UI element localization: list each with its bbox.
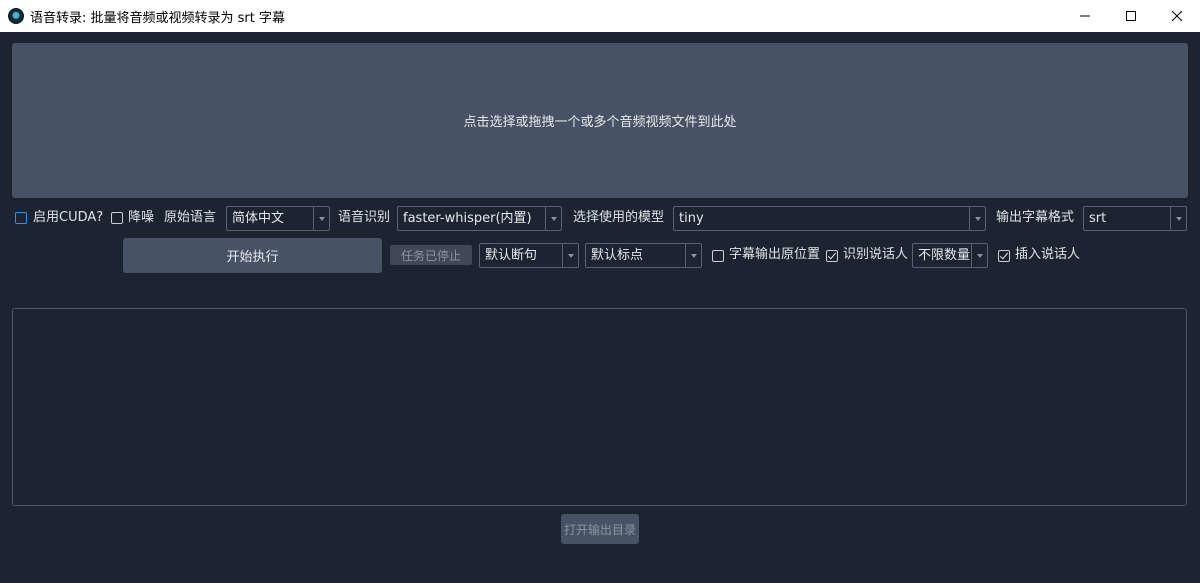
close-button[interactable] <box>1154 0 1200 32</box>
language-select[interactable]: 简体中文 <box>226 206 330 231</box>
window-controls <box>1062 0 1200 32</box>
recognition-select-value: faster-whisper(内置) <box>403 211 532 226</box>
model-select[interactable]: tiny <box>673 206 986 231</box>
sentence-split-select[interactable]: 默认断句 <box>479 243 579 268</box>
chevron-down-icon <box>313 207 329 230</box>
chevron-down-icon <box>562 244 578 267</box>
chevron-down-icon <box>545 207 561 230</box>
stop-button[interactable]: 任务已停止 <box>390 245 472 265</box>
chevron-down-icon <box>685 244 701 267</box>
speaker-recognition-label: 识别说话人 <box>843 247 909 262</box>
denoise-label: 降噪 <box>128 210 155 225</box>
model-select-value: tiny <box>679 211 704 226</box>
file-dropzone[interactable]: 点击选择或拖拽一个或多个音频视频文件到此处 <box>12 43 1188 198</box>
speaker-recognition-checkbox[interactable] <box>826 250 838 262</box>
start-button[interactable]: 开始执行 <box>123 238 382 273</box>
denoise-checkbox[interactable] <box>111 212 123 224</box>
punctuation-select[interactable]: 默认标点 <box>585 243 702 268</box>
language-label: 原始语言 <box>164 210 217 225</box>
open-output-folder-label: 打开输出目录 <box>563 522 636 537</box>
minimize-button[interactable] <box>1062 0 1108 32</box>
insert-speaker-checkbox[interactable] <box>998 250 1010 262</box>
format-select[interactable]: srt <box>1083 206 1187 231</box>
dropzone-text: 点击选择或拖拽一个或多个音频视频文件到此处 <box>463 115 737 130</box>
original-position-label: 字幕输出原位置 <box>729 247 821 262</box>
stop-button-label: 任务已停止 <box>400 248 461 263</box>
minimize-icon <box>1080 15 1090 17</box>
sentence-split-value: 默认断句 <box>485 248 538 263</box>
cuda-checkbox[interactable] <box>15 212 27 224</box>
chevron-down-icon <box>969 207 985 230</box>
maximize-icon <box>1126 11 1136 21</box>
recognition-select[interactable]: faster-whisper(内置) <box>397 206 562 231</box>
punctuation-value: 默认标点 <box>591 248 644 263</box>
model-label: 选择使用的模型 <box>573 210 665 225</box>
window-title: 语音转录: 批量将音频或视频转录为 srt 字幕 <box>30 10 285 26</box>
log-output-area[interactable] <box>12 308 1187 506</box>
format-label: 输出字幕格式 <box>996 210 1075 225</box>
app-logo-icon <box>8 8 24 24</box>
recognition-label: 语音识别 <box>338 210 391 225</box>
close-icon <box>1172 11 1182 21</box>
chevron-down-icon <box>971 244 987 267</box>
open-output-folder-button[interactable]: 打开输出目录 <box>561 514 639 544</box>
original-position-checkbox[interactable] <box>712 250 724 262</box>
start-button-label: 开始执行 <box>226 250 279 265</box>
format-select-value: srt <box>1089 211 1107 226</box>
speaker-count-value: 不限数量 <box>918 248 971 263</box>
chevron-down-icon <box>1170 207 1186 230</box>
insert-speaker-label: 插入说话人 <box>1015 247 1081 262</box>
maximize-button[interactable] <box>1108 0 1154 32</box>
cuda-label: 启用CUDA? <box>33 210 104 225</box>
language-select-value: 简体中文 <box>232 211 285 226</box>
speaker-count-select[interactable]: 不限数量 <box>912 243 988 268</box>
title-bar: 语音转录: 批量将音频或视频转录为 srt 字幕 <box>0 0 1200 32</box>
